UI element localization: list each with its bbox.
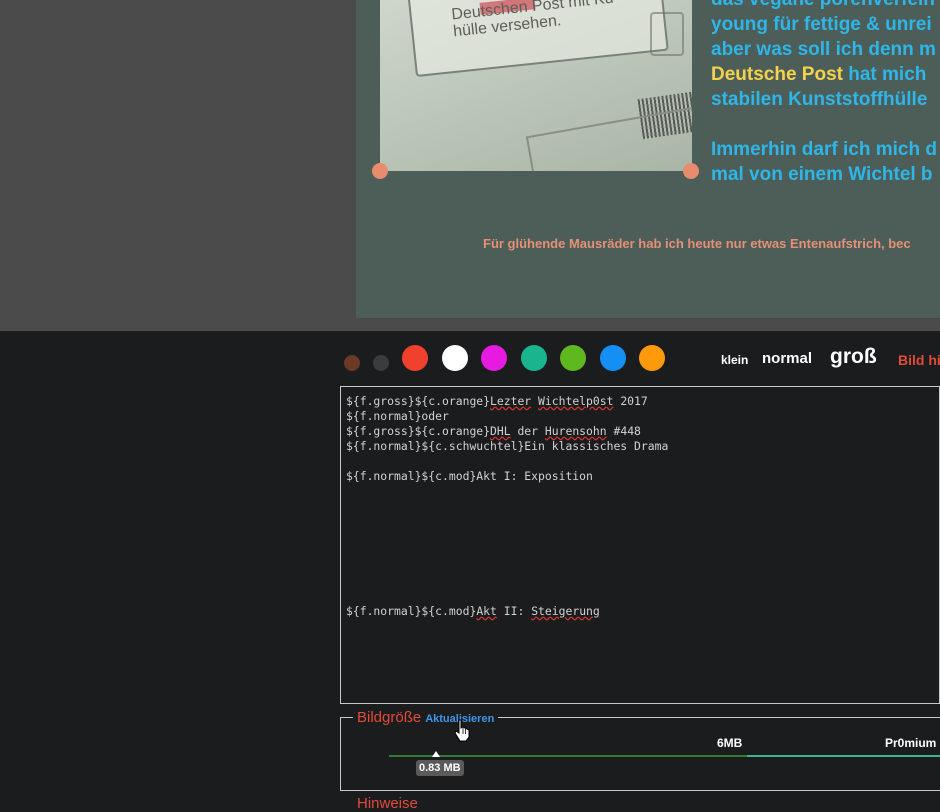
story-line: Immerhin darf ich mich d — [711, 139, 937, 160]
story-line: aber was soll ich denn m — [711, 39, 936, 60]
story-line: stabilen Kunststoffhülle — [711, 89, 928, 110]
color-swatch-green[interactable] — [560, 345, 586, 371]
preview-photo: Deutschen Post mit Ku hülle versehen. — [380, 0, 692, 171]
markup-editor[interactable]: ${f.gross}${c.orange}Lezter Wichtelp0st … — [340, 386, 940, 704]
color-swatch-dark[interactable] — [373, 355, 389, 371]
spellcheck-word: Lezter — [490, 394, 532, 408]
color-swatch-white[interactable] — [442, 345, 468, 371]
color-swatch-teal[interactable] — [521, 345, 547, 371]
story-line: das vegane porenverfein — [711, 0, 940, 12]
resize-handle-left[interactable] — [372, 163, 388, 179]
hand-pointer-icon — [454, 719, 470, 742]
story-gap — [711, 112, 940, 137]
size-option-normal[interactable]: normal — [762, 350, 812, 367]
color-swatch-red[interactable] — [402, 345, 428, 371]
story-line: young für fettige & unrei — [711, 14, 932, 35]
color-swatch-brown[interactable] — [344, 355, 360, 371]
spellcheck-word: Hurensohn — [544, 424, 607, 438]
spellcheck-word: Akt — [476, 604, 497, 618]
image-size-panel: Bildgröße Aktualisieren 6MB Pr0mium 0.83 … — [340, 709, 940, 791]
premium-label: Pr0mium — [885, 736, 937, 750]
spellcheck-word: DHL — [490, 424, 511, 438]
preview-footer: Für glühende Mausräder hab ich heute nur… — [483, 236, 911, 251]
image-link[interactable]: Bild hi — [898, 352, 940, 368]
story-line: Deutsche Post hat mich — [711, 62, 940, 87]
image-size-title: Bildgröße — [357, 709, 422, 726]
color-swatch-orange[interactable] — [639, 345, 665, 371]
format-toolbar: klein normal groß Bild hi — [340, 340, 940, 376]
photo-box — [525, 104, 692, 171]
size-bar-premium — [747, 755, 940, 757]
story-highlight: Deutsche Post — [711, 64, 843, 85]
top-background: Deutschen Post mit Ku hülle versehen. da… — [0, 0, 940, 331]
size-option-small[interactable]: klein — [721, 353, 748, 367]
preview-card: Deutschen Post mit Ku hülle versehen. da… — [356, 0, 940, 318]
spellcheck-word: Wichtelp0st — [538, 394, 614, 408]
story-text: das vegane porenverfein young für fettig… — [711, 0, 940, 200]
resize-handle-right[interactable] — [683, 163, 699, 179]
editor-content[interactable]: ${f.gross}${c.orange}Lezter Wichtelp0st … — [341, 387, 939, 626]
limit-label: 6MB — [717, 736, 743, 750]
story-line: mal von einem Wichtel b — [711, 164, 933, 185]
current-size-badge: 0.83 MB — [416, 760, 464, 776]
image-size-legend: Bildgröße Aktualisieren — [353, 709, 499, 727]
size-option-large[interactable]: groß — [830, 345, 877, 369]
size-marker — [432, 751, 440, 757]
recycle-symbol — [650, 12, 684, 56]
story-line-rest: hat mich — [842, 64, 927, 85]
color-swatch-magenta[interactable] — [481, 345, 507, 371]
color-swatch-blue[interactable] — [600, 345, 626, 371]
size-bar-standard — [389, 755, 747, 757]
spellcheck-word: Steigerung — [531, 604, 600, 618]
